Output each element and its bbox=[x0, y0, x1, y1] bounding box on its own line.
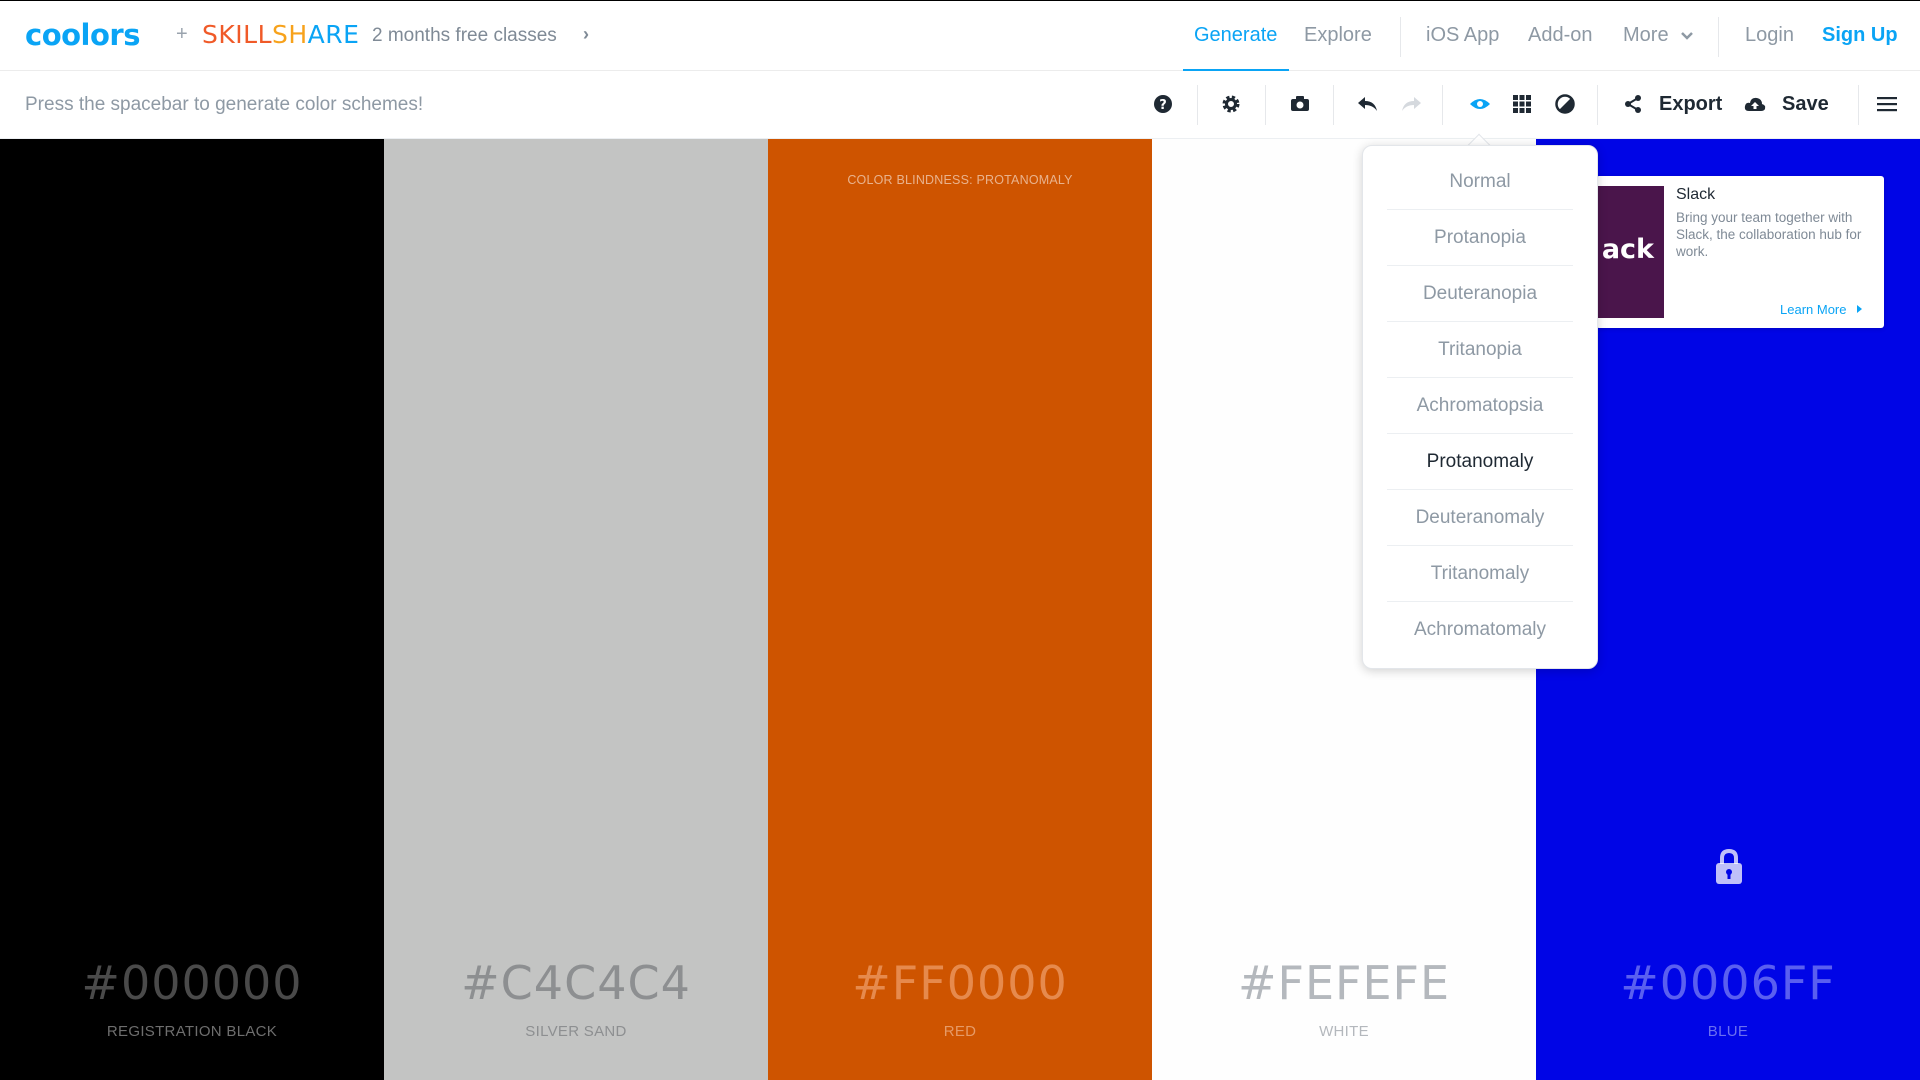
toolbar-divider bbox=[1197, 85, 1198, 125]
colorblind-option-tritanopia[interactable]: Tritanopia bbox=[1387, 322, 1573, 378]
toolbar: Press the spacebar to generate color sch… bbox=[0, 71, 1920, 139]
colorblind-option-achromatomaly[interactable]: Achromatomaly bbox=[1387, 602, 1573, 658]
colorblind-mode-label: COLOR BLINDNESS: PROTANOMALY bbox=[847, 173, 1073, 187]
colorblind-option-normal[interactable]: Normal bbox=[1387, 154, 1573, 210]
sponsored-ad[interactable]: ack Slack Bring your team together with … bbox=[1596, 176, 1884, 328]
colorblind-option-deuteranomaly[interactable]: Deuteranomaly bbox=[1387, 490, 1573, 546]
eye-icon[interactable] bbox=[1467, 91, 1493, 117]
toolbar-divider bbox=[1442, 85, 1443, 125]
coolors-logo[interactable]: coolors bbox=[25, 18, 140, 52]
hex-code[interactable]: #000000 bbox=[0, 956, 384, 1010]
colorblind-menu: Normal Protanopia Deuteranopia Tritanopi… bbox=[1362, 145, 1598, 669]
nav-more[interactable]: More bbox=[1623, 24, 1694, 47]
hex-code[interactable]: #C4C4C4 bbox=[384, 956, 768, 1010]
ad-image-text: ack bbox=[1601, 234, 1654, 265]
nav-login[interactable]: Login bbox=[1745, 24, 1794, 47]
swatch-1[interactable]: #000000 REGISTRATION BLACK bbox=[0, 139, 384, 1080]
nav-more-label: More bbox=[1623, 24, 1669, 46]
nav-ios-app[interactable]: iOS App bbox=[1426, 24, 1499, 47]
top-nav: coolors + SKILLSHARE 2 months free class… bbox=[0, 0, 1920, 72]
hex-code[interactable]: #0006FF bbox=[1536, 956, 1920, 1010]
swatch-3[interactable]: COLOR BLINDNESS: PROTANOMALY #FF0000 RED bbox=[768, 139, 1152, 1080]
contrast-icon[interactable] bbox=[1552, 91, 1578, 117]
color-name[interactable]: WHITE bbox=[1152, 1023, 1536, 1040]
chevron-right-icon: › bbox=[583, 24, 589, 44]
cloud-upload-icon[interactable] bbox=[1742, 91, 1768, 117]
menu-icon[interactable] bbox=[1874, 91, 1900, 117]
skillshare-logo-part: ARE bbox=[307, 20, 360, 49]
redo-icon[interactable] bbox=[1398, 91, 1424, 117]
toolbar-divider bbox=[1265, 85, 1266, 125]
ad-image[interactable]: ack bbox=[1596, 186, 1664, 318]
plus-sign: + bbox=[176, 23, 188, 45]
nav-addon[interactable]: Add-on bbox=[1528, 24, 1593, 47]
colorblind-option-protanomaly[interactable]: Protanomaly bbox=[1387, 434, 1573, 490]
hex-code[interactable]: #FF0000 bbox=[768, 956, 1152, 1010]
save-button[interactable]: Save bbox=[1782, 93, 1829, 116]
swatch-2[interactable]: #C4C4C4 SILVER SAND bbox=[384, 139, 768, 1080]
colorblind-option-tritanomaly[interactable]: Tritanomaly bbox=[1387, 546, 1573, 602]
toolbar-divider bbox=[1333, 85, 1334, 125]
help-icon[interactable]: ? bbox=[1150, 91, 1176, 117]
svg-text:?: ? bbox=[1159, 98, 1167, 113]
color-name[interactable]: RED bbox=[768, 1023, 1152, 1040]
toolbar-divider bbox=[1858, 85, 1859, 125]
color-name[interactable]: REGISTRATION BLACK bbox=[0, 1023, 384, 1040]
share-icon[interactable] bbox=[1620, 91, 1646, 117]
gear-icon[interactable] bbox=[1218, 91, 1244, 117]
nav-generate[interactable]: Generate bbox=[1194, 24, 1277, 47]
grid-icon[interactable] bbox=[1509, 91, 1535, 117]
color-name[interactable]: SILVER SAND bbox=[384, 1023, 768, 1040]
ad-learn-more-link[interactable]: Learn More bbox=[1780, 302, 1864, 317]
color-name[interactable]: BLUE bbox=[1536, 1023, 1920, 1040]
nav-divider bbox=[1718, 17, 1719, 57]
hex-code[interactable]: #FEFEFE bbox=[1152, 956, 1536, 1010]
skillshare-logo-part: SKILL bbox=[202, 20, 272, 49]
nav-explore[interactable]: Explore bbox=[1304, 24, 1372, 47]
spacebar-hint: Press the spacebar to generate color sch… bbox=[25, 94, 424, 115]
toolbar-divider bbox=[1597, 85, 1598, 125]
promo-link[interactable]: 2 months free classes bbox=[372, 25, 557, 47]
colorblind-option-achromatopsia[interactable]: Achromatopsia bbox=[1387, 378, 1573, 434]
chevron-down-icon bbox=[1681, 31, 1694, 40]
ad-body: Bring your team together with Slack, the… bbox=[1676, 210, 1862, 259]
skillshare-logo[interactable]: SKILLSHARE bbox=[202, 20, 359, 49]
undo-icon[interactable] bbox=[1355, 91, 1381, 117]
nav-divider bbox=[1400, 17, 1401, 57]
export-button[interactable]: Export bbox=[1659, 93, 1722, 116]
nav-signup[interactable]: Sign Up bbox=[1822, 24, 1898, 47]
camera-icon[interactable] bbox=[1287, 91, 1313, 117]
colorblind-option-deuteranopia[interactable]: Deuteranopia bbox=[1387, 266, 1573, 322]
lock-icon[interactable] bbox=[1714, 848, 1744, 886]
ad-title[interactable]: Slack bbox=[1676, 186, 1715, 204]
colorblind-option-protanopia[interactable]: Protanopia bbox=[1387, 210, 1573, 266]
skillshare-logo-part: SH bbox=[272, 20, 308, 49]
ad-link-label: Learn More bbox=[1780, 302, 1847, 317]
caret-right-icon bbox=[1857, 305, 1863, 313]
